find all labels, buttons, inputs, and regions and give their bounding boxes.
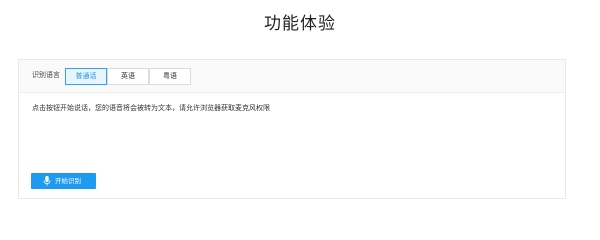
- language-toolbar: 识别语言 普通话 英语 粤语: [19, 60, 565, 93]
- speech-demo-panel: 识别语言 普通话 英语 粤语 点击按钮开始说话，您的语音将会被转为文本，请允许浏…: [18, 59, 566, 199]
- language-tab-cantonese[interactable]: 粤语: [149, 68, 191, 85]
- language-tab-mandarin[interactable]: 普通话: [65, 68, 107, 85]
- transcript-hint: 点击按钮开始说话，您的语音将会被转为文本，请允许浏览器获取麦克风权限: [32, 104, 270, 112]
- language-tab-english[interactable]: 英语: [107, 68, 149, 85]
- start-recognition-button[interactable]: 开始识别: [31, 173, 96, 189]
- microphone-icon: [43, 176, 51, 186]
- start-button-label: 开始识别: [55, 177, 81, 185]
- language-label: 识别语言: [32, 71, 60, 79]
- page-title: 功能体验: [264, 14, 336, 34]
